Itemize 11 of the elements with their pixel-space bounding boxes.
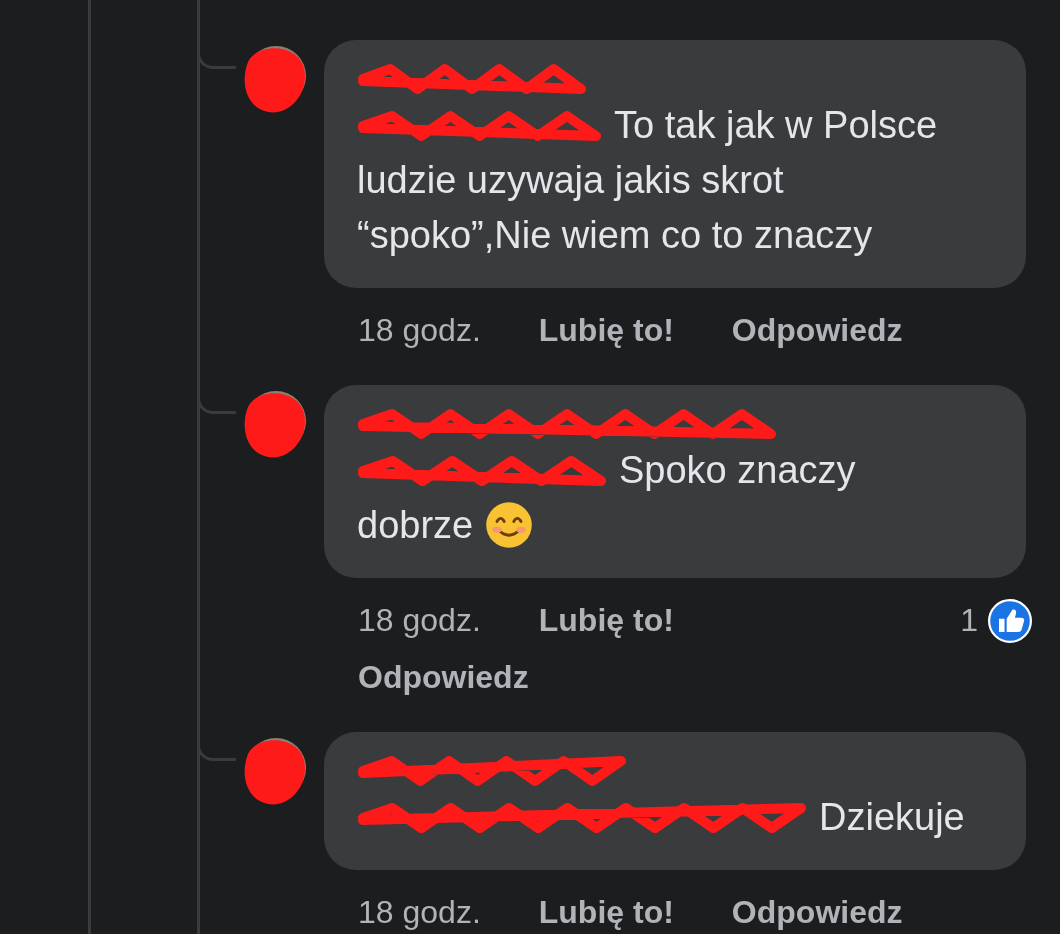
reply-link[interactable]: Odpowiedz [358,649,968,706]
comment-time: 18 godz. [358,893,481,932]
reply-link[interactable]: Odpowiedz [731,884,903,934]
like-link[interactable]: Lubię to! [538,884,674,934]
reply-link[interactable]: Odpowiedz [731,302,903,359]
like-link[interactable]: Lubię to! [538,302,674,359]
comment-time: 18 godz. [358,601,481,640]
comment-time: 18 godz. [358,311,481,350]
reaction-count: 1 [960,601,978,640]
like-link[interactable]: Lubię to! [538,592,674,649]
thumbs-up-icon [988,598,1032,643]
